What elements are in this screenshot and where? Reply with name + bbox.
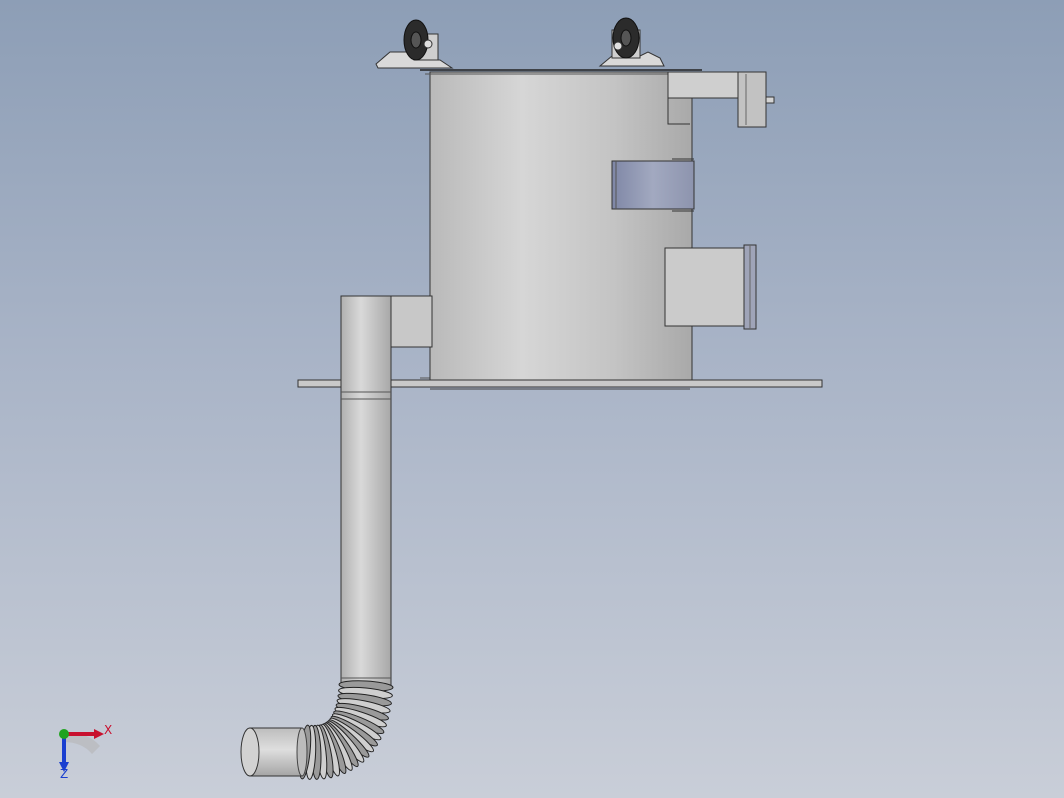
vertical-pipe[interactable]	[340, 295, 392, 687]
caster-left[interactable]	[375, 19, 454, 69]
main-cylinder[interactable]	[420, 69, 702, 381]
side-window[interactable]	[611, 158, 695, 212]
right-inlet-box[interactable]	[664, 244, 757, 330]
orientation-triad: X Z	[59, 723, 112, 781]
top-casters[interactable]	[375, 17, 665, 69]
flex-bellows[interactable]	[297, 680, 394, 780]
x-axis-arrowhead	[94, 729, 104, 739]
caster-right[interactable]	[598, 17, 665, 67]
cad-model[interactable]	[0, 0, 1064, 798]
z-axis-label: Z	[60, 767, 68, 781]
cad-viewport[interactable]: X Z	[0, 0, 1064, 798]
end-nozzle[interactable]	[240, 727, 308, 777]
x-axis-label: X	[104, 723, 112, 737]
y-axis-dot	[59, 729, 69, 739]
